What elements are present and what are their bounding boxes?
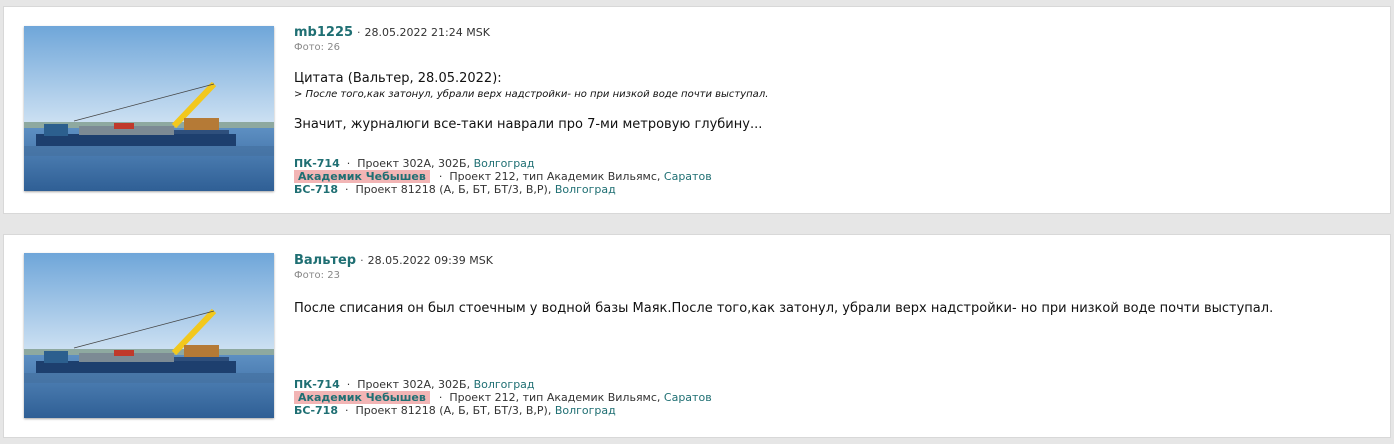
vessel-name-link-highlighted[interactable]: Академик Чебышев [294, 391, 430, 404]
crane-ship-photo [24, 26, 274, 191]
post-datetime: 28.05.2022 21:24 MSK [364, 26, 490, 39]
post-content: Вальтер · 28.05.2022 09:39 MSK Фото: 23 По… [294, 253, 1380, 316]
post-photo-thumbnail[interactable] [24, 26, 274, 191]
vessel-city-link[interactable]: Саратов [664, 391, 712, 404]
vessel-row: ПК-714 · Проект 302А, 302Б, Волгоград [294, 378, 712, 391]
vessel-row: Академик Чебышев · Проект 212, тип Академи… [294, 391, 712, 404]
vessel-row: ПК-714 · Проект 302А, 302Б, Волгоград [294, 157, 712, 170]
vessel-project: Проект 302А, 302Б, [357, 378, 471, 391]
post-datetime: 28.05.2022 09:39 MSK [367, 254, 493, 267]
vessel-row: Академик Чебышев · Проект 212, тип Академи… [294, 170, 712, 183]
vessel-links: ПК-714 · Проект 302А, 302Б, Волгоград Акад… [294, 157, 712, 196]
vessel-project: Проект 212, тип Академик Вильямс, [449, 391, 661, 404]
vessel-city-link[interactable]: Саратов [664, 170, 712, 183]
vessel-links: ПК-714 · Проект 302А, 302Б, Волгоград Акад… [294, 378, 712, 417]
separator-dot: · [344, 183, 349, 196]
separator-dot: · [346, 157, 351, 170]
vessel-row: БС-718 · Проект 81218 (А, Б, БТ, БТ/3, В,Р… [294, 404, 712, 417]
post-message: Значит, журналюги все-таки наврали про 7… [294, 117, 763, 132]
vessel-name-link[interactable]: БС-718 [294, 183, 338, 196]
post-photo-thumbnail[interactable] [24, 253, 274, 418]
separator-dot: · [438, 170, 443, 183]
vessel-project: Проект 302А, 302Б, [357, 157, 471, 170]
quote-title: Цитата (Вальтер, 28.05.2022): [294, 71, 502, 86]
post-card: mb1225 · 28.05.2022 21:24 MSK Фото: 26 Цит… [3, 6, 1391, 214]
photo-count[interactable]: Фото: 26 [294, 41, 1380, 54]
post-content: mb1225 · 28.05.2022 21:24 MSK Фото: 26 Цит… [294, 25, 1380, 132]
separator-dot: · [357, 26, 361, 39]
author-link[interactable]: Вальтер [294, 253, 356, 268]
vessel-city-link[interactable]: Волгоград [474, 378, 535, 391]
author-link[interactable]: mb1225 [294, 25, 353, 40]
post-header: mb1225 · 28.05.2022 21:24 MSK [294, 25, 1380, 41]
vessel-city-link[interactable]: Волгоград [555, 404, 616, 417]
separator-dot: · [344, 404, 349, 417]
vessel-name-link-highlighted[interactable]: Академик Чебышев [294, 170, 430, 183]
quote-text: > После того,как затонул, убрали верх на… [294, 89, 769, 100]
vessel-name-link[interactable]: ПК-714 [294, 378, 340, 391]
vessel-name-link[interactable]: БС-718 [294, 404, 338, 417]
separator-dot: · [360, 254, 364, 267]
vessel-project: Проект 212, тип Академик Вильямс, [449, 170, 661, 183]
post-message: После списания он был стоечным у водной … [294, 301, 1274, 316]
separator-dot: · [438, 391, 443, 404]
vessel-row: БС-718 · Проект 81218 (А, Б, БТ, БТ/3, В,Р… [294, 183, 712, 196]
vessel-project: Проект 81218 (А, Б, БТ, БТ/3, В,Р), [355, 404, 552, 417]
vessel-project: Проект 81218 (А, Б, БТ, БТ/3, В,Р), [355, 183, 552, 196]
photo-count[interactable]: Фото: 23 [294, 269, 1380, 282]
separator-dot: · [346, 378, 351, 391]
post-card: Вальтер · 28.05.2022 09:39 MSK Фото: 23 По… [3, 234, 1391, 438]
post-header: Вальтер · 28.05.2022 09:39 MSK [294, 253, 1380, 269]
crane-ship-photo [24, 253, 274, 418]
vessel-city-link[interactable]: Волгоград [474, 157, 535, 170]
vessel-name-link[interactable]: ПК-714 [294, 157, 340, 170]
vessel-city-link[interactable]: Волгоград [555, 183, 616, 196]
